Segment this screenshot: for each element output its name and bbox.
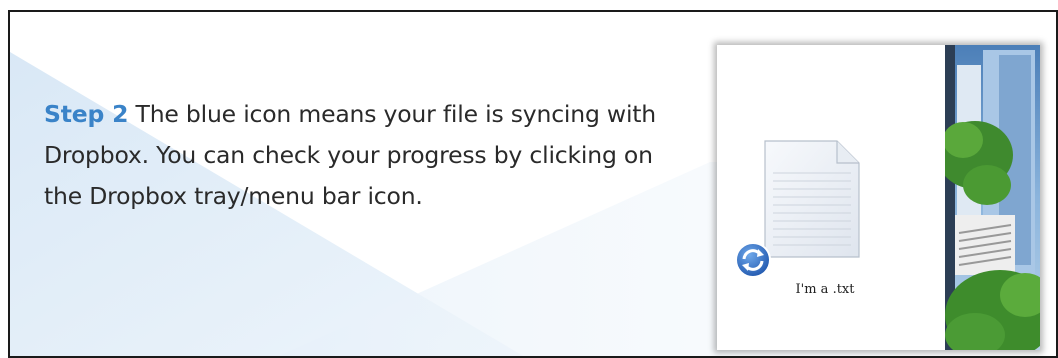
step-description: Step 2 The blue icon means your file is … [44, 94, 684, 217]
step-body: The blue icon means your file is syncing… [44, 100, 656, 210]
step-card: Step 2 The blue icon means your file is … [8, 10, 1058, 358]
file-name-label[interactable]: I'm a .txt [775, 282, 875, 297]
step-label: Step 2 [44, 100, 129, 128]
desktop-screenshot: I'm a .txt [717, 45, 1040, 350]
text-document-icon [764, 140, 860, 258]
sync-icon [735, 242, 771, 278]
window-background [945, 45, 1040, 350]
